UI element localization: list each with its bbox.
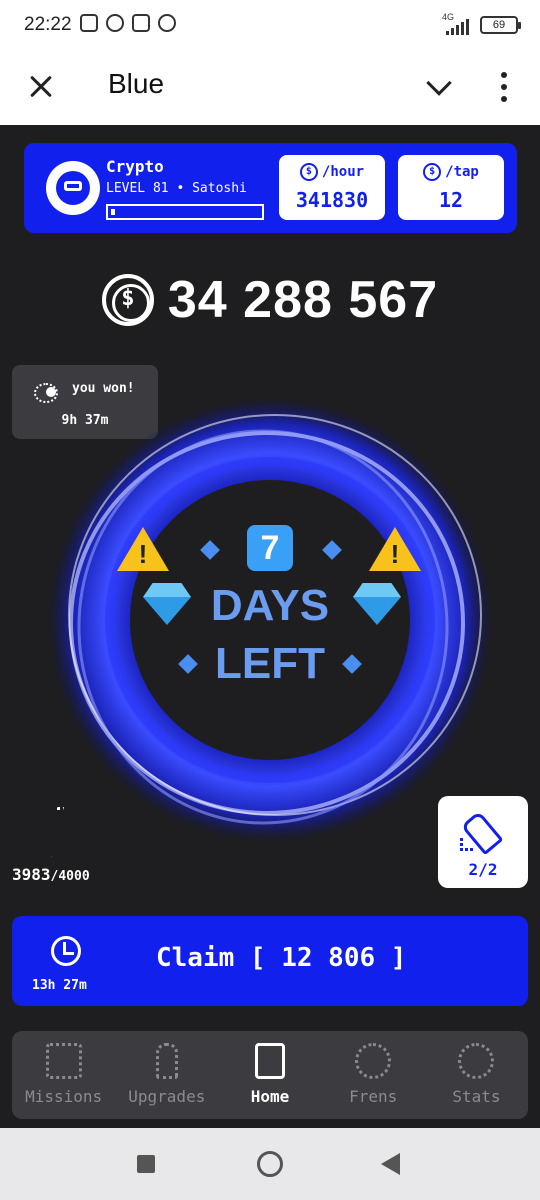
mute-icon (80, 14, 98, 32)
nav-label: Missions (25, 1087, 103, 1106)
tap-coin-button[interactable]: 7 DAYS LEFT (45, 395, 495, 845)
profile-header: Crypto LEVEL 81 • Satoshi $/hour 341830 … (24, 143, 517, 233)
home-button-icon[interactable] (257, 1151, 283, 1177)
user-name: Crypto (106, 157, 164, 176)
signal-icon: 4G (442, 12, 472, 35)
nav-missions[interactable]: Missions (12, 1031, 115, 1119)
notification-icons (80, 14, 176, 32)
coin-icon: $ (299, 163, 318, 181)
nav-label: Stats (452, 1087, 501, 1106)
warning-icon (369, 527, 421, 573)
per-tap-value: 12 (438, 188, 464, 212)
coin-icon: $ (101, 274, 154, 326)
robot-avatar-icon (56, 171, 90, 205)
days-label: DAYS (210, 581, 330, 630)
claim-label: Claim [ 12 806 ] (156, 943, 407, 973)
missions-icon (45, 1043, 82, 1079)
battery-icon: 69 (480, 16, 521, 34)
per-tap-label: /tap (445, 164, 479, 180)
app-bar: Blue (0, 52, 540, 125)
balance-value: 34 288 567 (167, 271, 439, 329)
energy-max: /4000 (50, 869, 90, 884)
frens-icon (355, 1043, 392, 1079)
per-hour-label: /hour (321, 164, 365, 180)
alarm-clock-icon (46, 930, 84, 966)
nav-label: Upgrades (128, 1087, 206, 1106)
nav-label: Frens (349, 1087, 398, 1106)
user-level: LEVEL 81 • Satoshi (106, 181, 247, 196)
claim-timer: 13h 27m (32, 978, 87, 993)
energy-counter: 3983/4000 (12, 865, 90, 884)
nav-frens[interactable]: Frens (322, 1031, 425, 1119)
balance: $ 34 288 567 (0, 265, 540, 335)
nav-label: Home (250, 1087, 290, 1106)
home-icon (255, 1043, 285, 1079)
level-progress-fill (111, 209, 115, 215)
status-bar: 22:22 4G 69 (0, 0, 540, 52)
app-title: Blue (108, 68, 165, 99)
energy-current: 3983 (12, 865, 51, 884)
coin-icon: $ (423, 163, 442, 181)
nav-upgrades[interactable]: Upgrades (115, 1031, 218, 1119)
dropbox-icon (132, 14, 150, 32)
left-label: LEFT (215, 639, 325, 688)
upgrades-icon (155, 1043, 178, 1079)
avatar[interactable] (46, 161, 100, 215)
close-icon[interactable] (24, 70, 58, 104)
profit-per-tap-card[interactable]: $/tap 12 (398, 155, 504, 220)
level-progress-bar (106, 204, 264, 220)
per-hour-value: 341830 (295, 188, 369, 212)
rocket-icon (458, 808, 508, 852)
nav-home[interactable]: Home (218, 1031, 321, 1119)
alarm-status-icon (106, 14, 124, 32)
profit-per-hour-card[interactable]: $/hour 341830 (279, 155, 385, 220)
warning-icon (117, 527, 169, 573)
boost-button[interactable]: 2/2 (438, 796, 528, 888)
reward-label: you won! (72, 381, 135, 396)
chevron-down-icon[interactable] (424, 72, 454, 102)
back-icon[interactable] (381, 1153, 400, 1175)
more-options-icon[interactable] (492, 70, 516, 104)
recent-apps-icon[interactable] (137, 1155, 155, 1173)
status-time: 22:22 (24, 14, 72, 35)
bottom-nav: Missions Upgrades Home Frens Stats (12, 1031, 528, 1119)
game-screen: Crypto LEVEL 81 • Satoshi $/hour 341830 … (0, 125, 540, 1128)
stats-icon (458, 1043, 495, 1079)
claim-button[interactable]: 13h 27m Claim [ 12 806 ] (12, 916, 528, 1006)
boost-count: 2/2 (468, 860, 498, 879)
number-seven-icon: 7 (247, 525, 293, 571)
system-status: 4G 69 (442, 12, 521, 35)
chat-icon (158, 14, 176, 32)
energy-icon (30, 805, 78, 857)
gem-icon (353, 583, 401, 625)
system-navigation-bar (0, 1128, 540, 1200)
nav-stats[interactable]: Stats (425, 1031, 528, 1119)
